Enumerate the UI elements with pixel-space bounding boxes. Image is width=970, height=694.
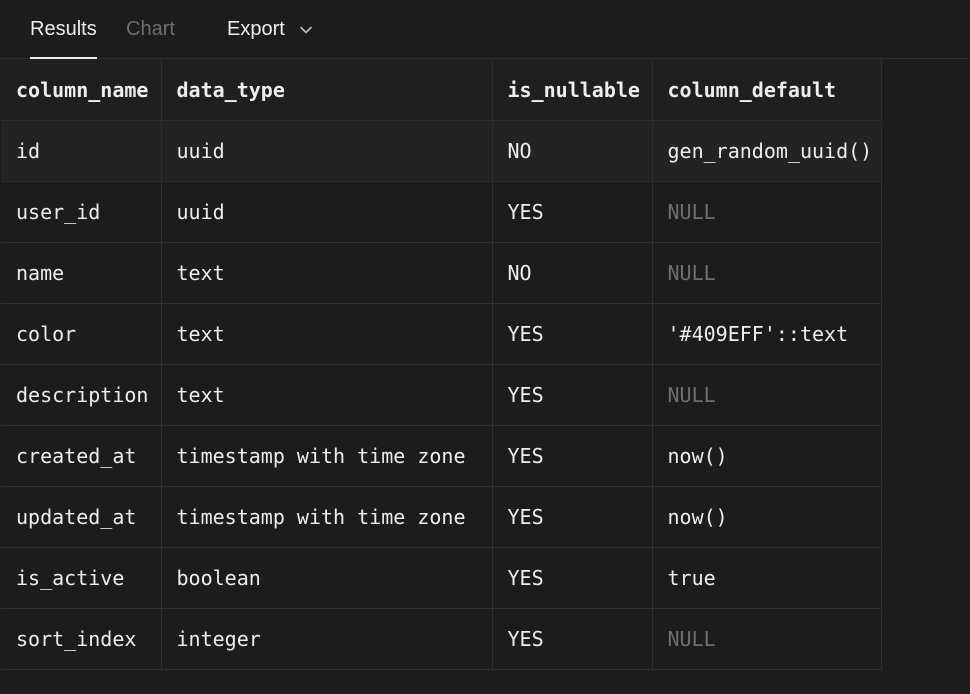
cell-column-name[interactable]: is_active: [1, 547, 162, 609]
cell-column-name[interactable]: id: [1, 120, 162, 182]
cell-column-default[interactable]: gen_random_uuid(): [652, 120, 882, 182]
cell-column-name[interactable]: updated_at: [1, 486, 162, 548]
cell-data-type[interactable]: text: [161, 364, 493, 426]
table-row[interactable]: updated_at timestamp with time zone YES …: [1, 486, 882, 548]
table-row[interactable]: created_at timestamp with time zone YES …: [1, 425, 882, 487]
cell-data-type[interactable]: timestamp with time zone: [161, 486, 493, 548]
cell-column-default[interactable]: NULL: [652, 242, 882, 304]
cell-column-name[interactable]: created_at: [1, 425, 162, 487]
cell-is-nullable[interactable]: NO: [492, 242, 653, 304]
table-row[interactable]: description text YES NULL: [1, 364, 882, 426]
tab-chart-label: Chart: [126, 18, 175, 40]
cell-data-type[interactable]: uuid: [161, 120, 493, 182]
cell-column-name[interactable]: name: [1, 242, 162, 304]
header-is-nullable[interactable]: is_nullable: [492, 59, 653, 121]
header-data-type[interactable]: data_type: [161, 59, 493, 121]
cell-data-type[interactable]: text: [161, 303, 493, 365]
table-row[interactable]: user_id uuid YES NULL: [1, 181, 882, 243]
cell-is-nullable[interactable]: YES: [492, 303, 653, 365]
cell-data-type[interactable]: text: [161, 242, 493, 304]
cell-data-type[interactable]: timestamp with time zone: [161, 425, 493, 487]
cell-column-default[interactable]: now(): [652, 425, 882, 487]
cell-column-default[interactable]: '#409EFF'::text: [652, 303, 882, 365]
cell-column-default[interactable]: NULL: [652, 181, 882, 243]
export-label: Export: [227, 18, 285, 40]
cell-column-default[interactable]: true: [652, 547, 882, 609]
tab-results-label: Results: [30, 18, 97, 40]
cell-is-nullable[interactable]: NO: [492, 120, 653, 182]
results-toolbar: Results Chart Export: [0, 0, 970, 59]
cell-data-type[interactable]: integer: [161, 608, 493, 670]
cell-is-nullable[interactable]: YES: [492, 364, 653, 426]
cell-column-default[interactable]: NULL: [652, 608, 882, 670]
cell-is-nullable[interactable]: YES: [492, 486, 653, 548]
cell-column-name[interactable]: user_id: [1, 181, 162, 243]
cell-column-name[interactable]: color: [1, 303, 162, 365]
results-table: column_name data_type is_nullable column…: [1, 59, 882, 670]
cell-is-nullable[interactable]: YES: [492, 547, 653, 609]
cell-data-type[interactable]: boolean: [161, 547, 493, 609]
results-footer-strip: [0, 673, 970, 694]
header-column-name[interactable]: column_name: [1, 59, 162, 121]
chevron-down-icon: [300, 26, 312, 33]
table-row[interactable]: name text NO NULL: [1, 242, 882, 304]
header-column-default[interactable]: column_default: [652, 59, 882, 121]
cell-is-nullable[interactable]: YES: [492, 181, 653, 243]
cell-is-nullable[interactable]: YES: [492, 608, 653, 670]
table-row[interactable]: id uuid NO gen_random_uuid(): [1, 120, 882, 182]
export-dropdown-button[interactable]: Export: [227, 0, 313, 59]
cell-column-default[interactable]: now(): [652, 486, 882, 548]
cell-data-type[interactable]: uuid: [161, 181, 493, 243]
tab-chart[interactable]: Chart: [126, 0, 175, 59]
table-row[interactable]: sort_index integer YES NULL: [1, 608, 882, 670]
cell-column-name[interactable]: sort_index: [1, 608, 162, 670]
cell-column-name[interactable]: description: [1, 364, 162, 426]
table-row[interactable]: is_active boolean YES true: [1, 547, 882, 609]
table-row[interactable]: color text YES '#409EFF'::text: [1, 303, 882, 365]
cell-column-default[interactable]: NULL: [652, 364, 882, 426]
table-header-row: column_name data_type is_nullable column…: [1, 59, 882, 121]
tab-results[interactable]: Results: [30, 0, 97, 59]
cell-is-nullable[interactable]: YES: [492, 425, 653, 487]
